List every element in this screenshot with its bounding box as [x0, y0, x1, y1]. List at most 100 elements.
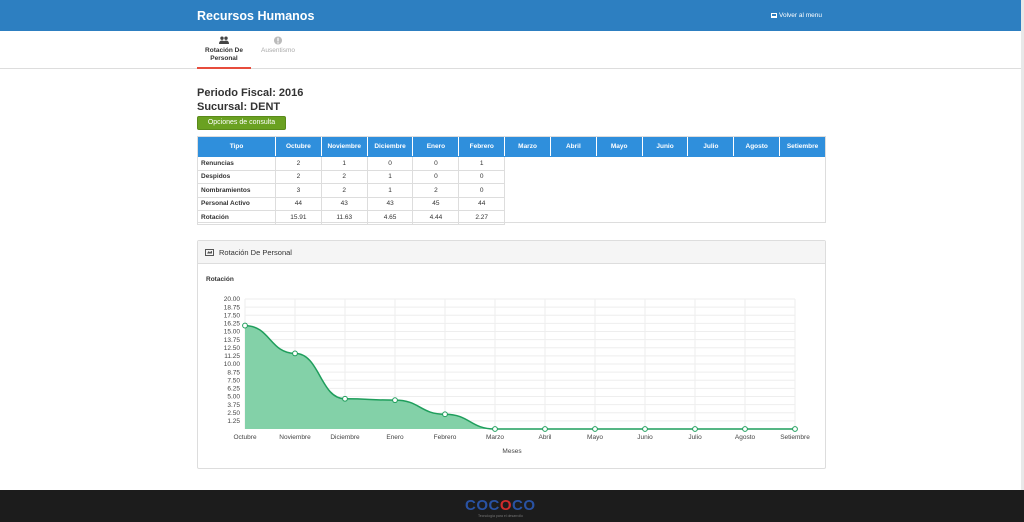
empty-cell	[505, 184, 551, 198]
empty-cell	[596, 197, 642, 211]
data-point	[442, 411, 448, 418]
x-tick-label: Enero	[386, 434, 404, 441]
table-cell: 45	[412, 196, 460, 211]
table-cell: 11.63	[320, 210, 368, 225]
column-header: Febrero	[458, 136, 506, 157]
empty-cell	[596, 211, 642, 225]
table-cell: 4.44	[412, 210, 460, 225]
x-tick-label: Mayo	[587, 434, 603, 441]
series-area	[245, 325, 795, 429]
data-point	[692, 426, 698, 432]
data-point	[492, 426, 498, 432]
y-tick-label: 18.75	[224, 304, 241, 311]
tab-rotacion-personal[interactable]: Rotación De Personal	[197, 34, 251, 69]
table-cell: 3	[275, 183, 322, 198]
empty-cell	[734, 211, 780, 225]
y-tick-label: 12.50	[224, 345, 241, 352]
empty-cell	[734, 157, 780, 171]
table-cell: 15.91	[275, 210, 322, 225]
table-cell: 2	[320, 169, 368, 184]
x-tick-label: Octubre	[233, 434, 257, 441]
data-point	[392, 397, 398, 404]
empty-cell	[596, 157, 642, 171]
users-icon	[219, 36, 229, 44]
x-tick-label: Abril	[538, 434, 552, 441]
back-to-menu-label: Volver al menu	[779, 12, 822, 19]
y-tick-label: 1.25	[227, 418, 240, 425]
empty-cell	[550, 197, 596, 211]
data-point	[592, 426, 598, 432]
back-to-menu-link[interactable]: Volver al menu	[771, 12, 822, 19]
table-row: Nombramientos 3 2 1 2 0	[197, 183, 826, 198]
y-tick-label: 6.25	[227, 386, 240, 393]
column-header: Setiembre	[779, 136, 826, 157]
tab-bar: Rotación De Personal Ausentismo	[0, 31, 1021, 69]
tab-label: Ausentismo	[261, 47, 295, 54]
table-cell: 0	[458, 169, 506, 184]
table-cell: 1	[366, 169, 414, 184]
tab-label-line1: Rotación De	[205, 47, 243, 54]
table-icon	[771, 13, 777, 18]
empty-cell	[505, 157, 551, 171]
data-point	[542, 426, 548, 432]
empty-cell	[505, 197, 551, 211]
table-cell: 1	[458, 156, 506, 171]
column-header: Diciembre	[366, 136, 414, 157]
table-cell: 1	[320, 156, 368, 171]
column-header: Junio	[641, 136, 689, 157]
branch-name: Sucursal: DENT	[197, 101, 281, 113]
y-tick-label: 3.75	[227, 402, 240, 409]
empty-cell	[780, 211, 826, 225]
x-tick-label: Agosto	[735, 434, 756, 441]
empty-cell	[780, 197, 826, 211]
x-tick-label: Julio	[688, 434, 702, 441]
row-label: Personal Activo	[197, 196, 276, 211]
table-cell: 2	[275, 156, 322, 171]
row-label: Despidos	[197, 169, 276, 184]
y-tick-label: 5.00	[227, 394, 240, 401]
alert-icon	[273, 36, 283, 45]
tab-ausentismo[interactable]: Ausentismo	[251, 34, 305, 69]
query-options-button[interactable]: Opciones de consulta	[197, 116, 286, 130]
empty-cell	[596, 184, 642, 198]
x-tick-label: Junio	[637, 434, 653, 441]
empty-cell	[780, 157, 826, 171]
company-logo: COCOCO	[465, 497, 536, 514]
y-tick-label: 16.25	[224, 321, 241, 328]
data-point	[742, 426, 748, 432]
table-cell: 0	[458, 183, 506, 198]
column-header: Tipo	[197, 136, 276, 157]
table-row: Personal Activo 44 43 43 45 44	[197, 196, 826, 211]
column-header: Octubre	[275, 136, 322, 157]
table-cell: 0	[412, 169, 460, 184]
x-axis-label: Meses	[502, 448, 522, 455]
column-header: Marzo	[504, 136, 551, 157]
empty-cell	[642, 211, 688, 225]
empty-cell	[688, 197, 734, 211]
data-point	[242, 322, 248, 329]
empty-cell	[688, 170, 734, 184]
empty-cell	[596, 170, 642, 184]
column-header: Mayo	[595, 136, 643, 157]
y-tick-label: 13.75	[224, 337, 241, 344]
table-cell: 2.27	[458, 210, 506, 225]
table-row: Despidos 2 2 1 0 0	[197, 169, 826, 184]
empty-cell	[642, 197, 688, 211]
x-tick-label: Febrero	[434, 434, 457, 441]
table-header-row: Tipo Octubre Noviembre Diciembre Enero F…	[197, 136, 826, 157]
data-point	[792, 426, 798, 432]
column-header: Enero	[412, 136, 460, 157]
x-tick-label: Setiembre	[780, 434, 810, 441]
y-tick-label: 7.50	[227, 377, 240, 384]
company-tagline: Tecnología para el desarrollo	[478, 514, 523, 518]
row-label: Nombramientos	[197, 183, 276, 198]
data-point	[642, 426, 648, 432]
table-cell: 2	[320, 183, 368, 198]
rotation-table: Tipo Octubre Noviembre Diciembre Enero F…	[197, 136, 826, 225]
table-cell: 44	[458, 196, 506, 211]
empty-cell	[505, 211, 551, 225]
y-tick-label: 10.00	[224, 361, 241, 368]
chart-panel: Rotación De Personal Rotación 1.25 2.50 3.…	[197, 240, 826, 469]
table-cell: 1	[366, 183, 414, 198]
table-cell: 4.65	[366, 210, 414, 225]
